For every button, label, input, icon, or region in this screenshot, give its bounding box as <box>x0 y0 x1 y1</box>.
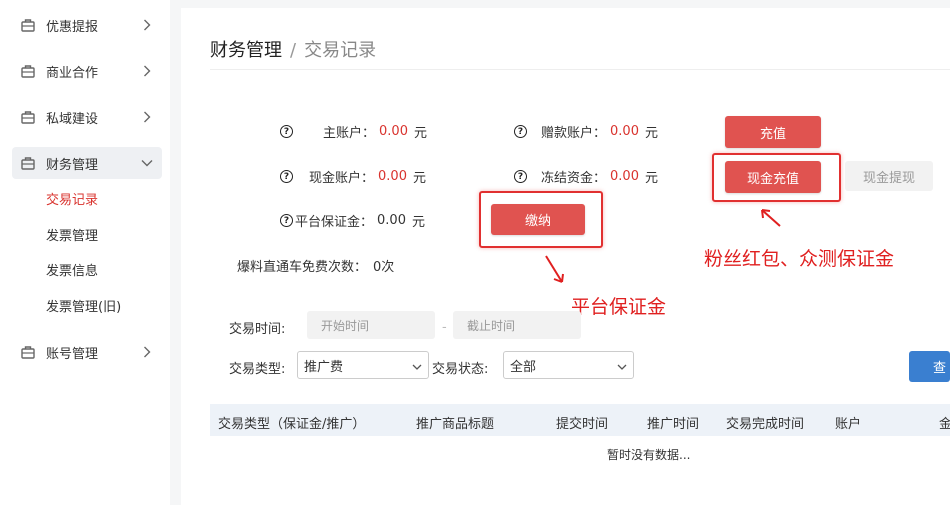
chevron-right-icon <box>140 18 154 32</box>
sidebar-item-private-domain[interactable]: 私域建设 <box>12 101 162 133</box>
frozen-funds-unit: 元 <box>644 171 658 186</box>
briefcase-icon <box>20 109 36 125</box>
platform-deposit-value: 0.00 <box>377 213 406 228</box>
main-account-unit: 元 <box>413 126 427 141</box>
date-range-dash: - <box>442 320 447 335</box>
column-header: 账户 <box>835 417 862 432</box>
divider <box>210 69 950 70</box>
query-button[interactable]: 查 <box>909 351 950 382</box>
sidebar: 优惠提报 商业合作 私域建设 财务管理 交易记录 发票管理 发票信息 发票管理(… <box>0 0 170 505</box>
annotation-arrow-icon <box>761 209 781 227</box>
chevron-down-icon <box>617 360 627 375</box>
cash-account: ? 现金账户： 0.00 元 <box>280 167 426 186</box>
table-header: 交易类型（保证金/推广） 推广商品标题 提交时间 推广时间 交易完成时间 账户 … <box>210 404 950 436</box>
help-icon[interactable]: ? <box>280 170 293 183</box>
end-date-input[interactable]: 截止时间 <box>453 311 581 339</box>
sidebar-item-label: 私域建设 <box>46 111 99 127</box>
annotation-arrow-icon <box>545 255 564 283</box>
sidebar-item-promo-report[interactable]: 优惠提报 <box>12 9 162 41</box>
trade-type-label: 交易类型: <box>229 362 286 377</box>
trade-time-label: 交易时间: <box>229 322 286 337</box>
platform-deposit-label: 平台保证金： <box>295 215 374 230</box>
annotation-right-text: 粉丝红包、众测保证金 <box>704 248 895 270</box>
chevron-right-icon <box>140 110 154 124</box>
column-header: 推广时间 <box>647 417 700 432</box>
column-header: 交易类型（保证金/推广） <box>218 417 366 432</box>
main-account-value: 0.00 <box>379 124 408 139</box>
trade-status-value: 全部 <box>510 359 537 375</box>
cash-account-value: 0.00 <box>378 169 407 184</box>
chevron-down-icon <box>140 156 154 170</box>
cash-recharge-button[interactable]: 现金充值 <box>725 161 821 193</box>
trade-status-select[interactable]: 全部 <box>503 351 634 379</box>
cash-account-label: 现金账户： <box>309 171 375 186</box>
trade-type-select[interactable]: 推广费 <box>297 351 429 379</box>
chevron-right-icon <box>140 64 154 78</box>
frozen-funds-label: 冻结资金： <box>541 171 607 186</box>
trade-status-label: 交易状态: <box>432 362 489 377</box>
main-account: ? 主账户： 0.00 元 <box>280 122 427 141</box>
sidebar-subitem-transactions[interactable]: 交易记录 <box>46 189 98 208</box>
sidebar-item-label: 财务管理 <box>46 157 99 173</box>
help-icon[interactable]: ? <box>280 214 293 227</box>
column-header: 提交时间 <box>556 417 609 432</box>
sidebar-item-finance[interactable]: 财务管理 <box>12 147 162 179</box>
recharge-button[interactable]: 充值 <box>725 116 821 148</box>
column-header: 交易完成时间 <box>726 417 805 432</box>
sidebar-item-label: 商业合作 <box>46 65 99 81</box>
sidebar-item-business[interactable]: 商业合作 <box>12 55 162 87</box>
sidebar-subitem-invoice-old[interactable]: 发票管理(旧) <box>46 296 121 315</box>
main-panel: 财务管理 / 交易记录 ? 主账户： 0.00 元 ? 赠款账户： 0.00 元 ?… <box>181 8 950 505</box>
gift-account: ? 赠款账户： 0.00 元 <box>514 122 658 141</box>
platform-deposit: ? 平台保证金： 0.00 元 <box>280 211 425 230</box>
cash-account-unit: 元 <box>412 171 426 186</box>
briefcase-icon <box>20 17 36 33</box>
column-header: 金 <box>939 417 950 432</box>
frozen-funds: ? 冻结资金： 0.00 元 <box>514 167 658 186</box>
breadcrumb-separator: / <box>290 40 297 61</box>
frozen-funds-value: 0.00 <box>610 169 639 184</box>
sidebar-item-label: 账号管理 <box>46 346 99 362</box>
main-account-label: 主账户： <box>323 126 376 141</box>
free-push-count: 爆料直通车免费次数： 0次 <box>237 256 394 275</box>
sidebar-item-label: 优惠提报 <box>46 19 99 35</box>
free-push-count-label: 爆料直通车免费次数： <box>237 260 368 275</box>
breadcrumb-current: 交易记录 <box>304 40 377 61</box>
help-icon[interactable]: ? <box>280 125 293 138</box>
gift-account-value: 0.00 <box>610 124 639 139</box>
help-icon[interactable]: ? <box>514 125 527 138</box>
gift-account-label: 赠款账户： <box>541 126 607 141</box>
sidebar-subitem-invoice-manage[interactable]: 发票管理 <box>46 225 98 244</box>
trade-type-value: 推广费 <box>304 359 344 375</box>
breadcrumb: 财务管理 / 交易记录 <box>210 36 376 62</box>
cash-withdraw-button[interactable]: 现金提现 <box>845 161 933 191</box>
sidebar-subitem-invoice-info[interactable]: 发票信息 <box>46 260 98 279</box>
briefcase-icon <box>20 63 36 79</box>
column-header: 推广商品标题 <box>416 417 495 432</box>
annotation-bottom-text: 平台保证金 <box>571 296 667 318</box>
chevron-right-icon <box>140 345 154 359</box>
platform-deposit-unit: 元 <box>411 215 425 230</box>
free-push-count-value: 0次 <box>373 260 395 275</box>
briefcase-icon <box>20 155 36 171</box>
gift-account-unit: 元 <box>644 126 658 141</box>
start-date-input[interactable]: 开始时间 <box>307 311 435 339</box>
help-icon[interactable]: ? <box>514 170 527 183</box>
pay-deposit-button[interactable]: 缴纳 <box>491 204 585 235</box>
sidebar-item-account[interactable]: 账号管理 <box>12 336 162 368</box>
briefcase-icon <box>20 344 36 360</box>
breadcrumb-parent[interactable]: 财务管理 <box>210 40 282 61</box>
chevron-down-icon <box>412 360 422 375</box>
empty-state-text: 暂时没有数据... <box>607 448 691 462</box>
